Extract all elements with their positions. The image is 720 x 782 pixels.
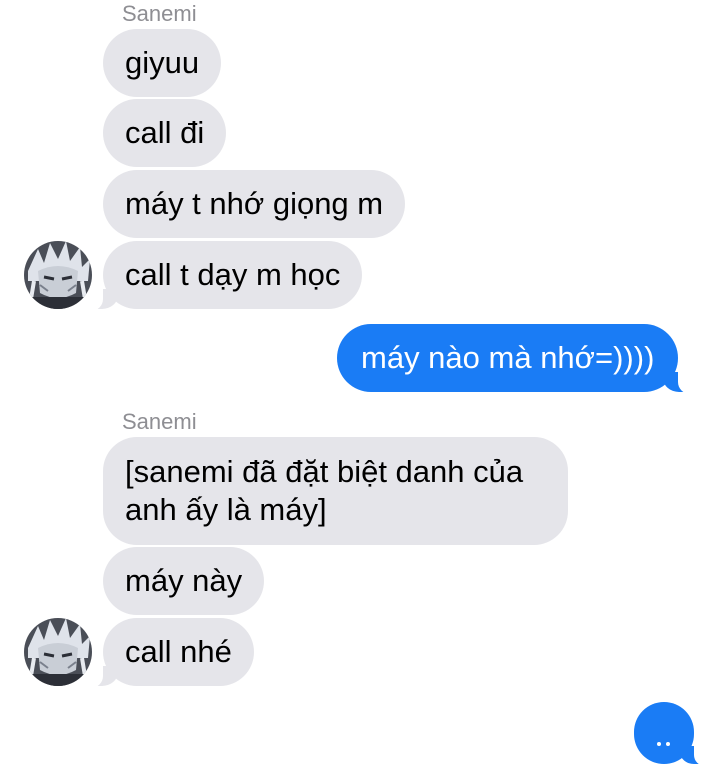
typing-dots-icon <box>666 742 670 746</box>
incoming-message[interactable]: call đi <box>103 99 227 167</box>
incoming-message[interactable]: máy t nhớ giọng m <box>103 170 406 238</box>
sender-name: Sanemi <box>122 1 197 26</box>
avatar[interactable] <box>24 241 92 309</box>
typing-indicator <box>634 702 718 766</box>
avatar-image <box>24 618 92 686</box>
sender-name: Sanemi <box>122 409 197 434</box>
avatar-image <box>24 241 92 309</box>
incoming-message[interactable]: máy này <box>103 547 265 615</box>
avatar[interactable] <box>24 618 92 686</box>
incoming-message[interactable]: call nhé <box>77 618 254 688</box>
typing-dots-icon <box>657 742 661 746</box>
incoming-message[interactable]: giyuu <box>103 29 222 97</box>
outgoing-message[interactable]: máy nào mà nhớ=)))) <box>337 324 705 394</box>
incoming-message[interactable]: [sanemi đã đặt biệt danh của anh ấy là m… <box>103 437 568 545</box>
incoming-message[interactable]: call t dạy m học <box>76 241 363 311</box>
